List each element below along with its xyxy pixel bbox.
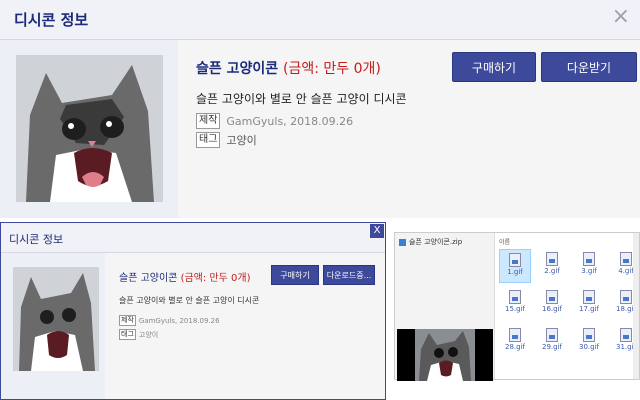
file-item[interactable]: 17.gif [573, 287, 605, 321]
file-name: 30.gif [579, 343, 599, 351]
explorer-nav-pane: 슬픈 고양이콘.zip [395, 233, 495, 381]
dialog-title: 디시콘 정보 [14, 11, 89, 29]
thumbnail-panel [0, 40, 178, 218]
zip-icon [399, 238, 406, 246]
download-button[interactable]: 다운받기 [541, 52, 637, 82]
gif-file-icon [620, 290, 632, 304]
file-name: 15.gif [505, 305, 525, 313]
file-item[interactable]: 2.gif [536, 249, 568, 283]
inset-dialog: 디시콘 정보 X 슬픈 고양이콘 (금액: 만두 0개) 구매하기 다운로드중.… [0, 222, 386, 400]
file-item[interactable]: 1.gif [499, 249, 531, 283]
tag-value[interactable]: 고양이 [226, 132, 256, 148]
preview-cat-image [415, 329, 475, 381]
buy-button[interactable]: 구매하기 [452, 52, 536, 82]
file-name: 28.gif [505, 343, 525, 351]
gif-file-icon [546, 328, 558, 342]
maker-row: 제작 GamGyuls, 2018.09.26 [196, 113, 353, 129]
inset-tag-value[interactable]: 고양이 [139, 330, 158, 340]
maker-value: GamGyuls, 2018.09.26 [226, 114, 354, 128]
maker-label: 제작 [196, 113, 221, 129]
inset-close-icon[interactable]: X [370, 224, 384, 238]
inset-maker-row: 제작 GamGyuls, 2018.09.26 [119, 315, 220, 326]
inset-dicon-name: 슬픈 고양이콘 [119, 273, 178, 284]
file-item[interactable]: 16.gif [536, 287, 568, 321]
file-name: 29.gif [542, 343, 562, 351]
inset-dicon-title: 슬픈 고양이콘 (금액: 만두 0개) [119, 269, 250, 284]
dicon-price: (금액: 만두 0개) [283, 61, 381, 77]
file-name: 17.gif [579, 305, 599, 313]
inset-buy-button[interactable]: 구매하기 [271, 265, 319, 285]
inset-tag-label: 태그 [119, 329, 136, 340]
gif-file-icon [620, 328, 632, 342]
cat-thumbnail [16, 55, 163, 202]
inset-maker-label: 제작 [119, 315, 136, 326]
zip-file-name: 슬픈 고양이콘.zip [409, 238, 463, 246]
inset-maker-value: GamGyuls, 2018.09.26 [138, 316, 220, 325]
gif-file-icon [583, 290, 595, 304]
explorer-scrollbar[interactable] [633, 233, 639, 379]
gif-file-icon [583, 328, 595, 342]
inset-description: 슬픈 고양이와 별로 안 슬픈 고양이 디시콘 [119, 296, 260, 305]
inset-title: 디시콘 정보 [9, 233, 64, 246]
file-item[interactable]: 30.gif [573, 325, 605, 359]
gif-file-icon [509, 253, 521, 267]
inset-thumbnail-panel [1, 253, 105, 399]
dialog-header: 디시콘 정보 × [0, 0, 640, 40]
name-column-header[interactable]: 이름 [499, 237, 510, 246]
file-item[interactable]: 15.gif [499, 287, 531, 321]
inset-dicon-price: (금액: 만두 0개) [180, 273, 251, 284]
gif-file-icon [509, 290, 521, 304]
dicon-description: 슬픈 고양이와 별로 안 슬픈 고양이 디시콘 [196, 92, 407, 106]
tag-label: 태그 [196, 132, 221, 148]
gif-file-icon [509, 328, 521, 342]
dicon-name: 슬픈 고양이콘 [196, 61, 279, 77]
file-name: 3.gif [581, 267, 597, 275]
zip-file-item[interactable]: 슬픈 고양이콘.zip [399, 237, 462, 247]
gif-file-icon [546, 290, 558, 304]
gif-file-icon [546, 252, 558, 266]
file-item[interactable]: 28.gif [499, 325, 531, 359]
inset-download-button[interactable]: 다운로드중... [323, 265, 375, 285]
zip-explorer: 슬픈 고양이콘.zip 이름 1.gif 2.gif 3.gif 4.gif 15.gi… [394, 232, 640, 381]
gif-preview [397, 329, 493, 381]
inset-cat-thumbnail [13, 267, 99, 371]
inset-header: 디시콘 정보 X [1, 223, 385, 253]
file-item[interactable]: 3.gif [573, 249, 605, 283]
file-name: 1.gif [507, 268, 523, 276]
file-name: 16.gif [542, 305, 562, 313]
file-item[interactable]: 29.gif [536, 325, 568, 359]
dicon-title: 슬픈 고양이콘 (금액: 만두 0개) [196, 58, 381, 78]
file-name: 2.gif [544, 267, 560, 275]
dialog-body: 슬픈 고양이콘 (금액: 만두 0개) 구매하기 다운받기 슬픈 고양이와 별로… [0, 40, 640, 218]
inset-tag-row: 태그 고양이 [119, 329, 158, 340]
gif-file-icon [620, 252, 632, 266]
close-icon[interactable]: × [612, 6, 630, 28]
tag-row: 태그 고양이 [196, 132, 257, 148]
gif-file-icon [583, 252, 595, 266]
